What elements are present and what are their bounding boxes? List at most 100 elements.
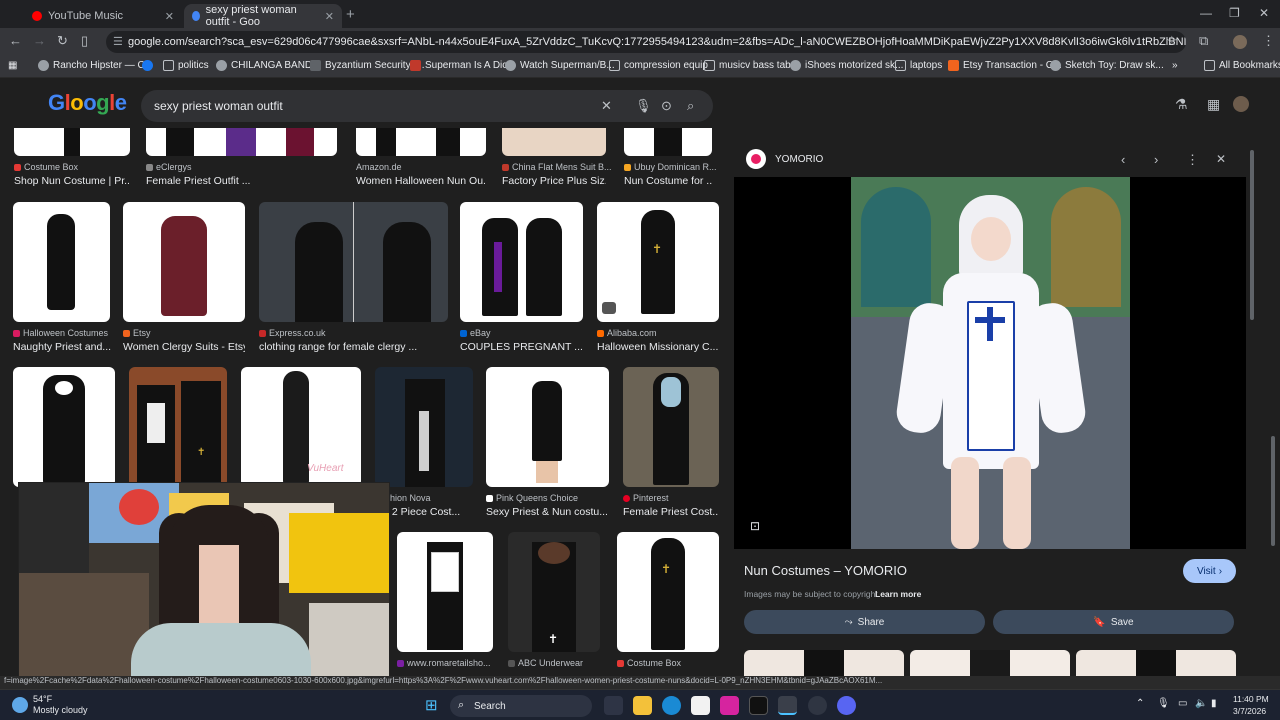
preview-image-frame[interactable]: ⊡: [734, 177, 1246, 549]
close-panel-icon[interactable]: ✕: [1216, 152, 1226, 166]
weather-condition[interactable]: Mostly cloudy: [33, 705, 88, 715]
all-bookmarks[interactable]: All Bookmarks: [1204, 60, 1280, 71]
search-box[interactable]: sexy priest woman outfit ✕ 🎙 ⊙ ⌕: [141, 90, 713, 122]
shield-icon: [310, 60, 321, 71]
restore-icon[interactable]: ❐: [1229, 6, 1240, 20]
more-options-icon[interactable]: ⋮: [1186, 152, 1199, 168]
close-tab-icon[interactable]: ✕: [325, 10, 334, 23]
close-window-icon[interactable]: ✕: [1259, 6, 1269, 20]
obs-icon[interactable]: [808, 696, 827, 715]
bookmark-item[interactable]: Etsy Transaction - G...: [948, 60, 1062, 71]
site-name[interactable]: YOMORIO: [775, 154, 823, 165]
windows-taskbar: 54°F Mostly cloudy ⊞ ⌕ Search ⌃ 🎙 ▭ 🔈 ▮ 1…: [0, 689, 1280, 720]
labs-icon[interactable]: ⚗: [1175, 96, 1188, 113]
video-icon: [410, 60, 421, 71]
instagram-icon[interactable]: [720, 696, 739, 715]
bookmark-item[interactable]: iShoes motorized sk...: [790, 60, 903, 71]
folder-icon: [163, 60, 174, 71]
copyright-notice: Images may be subject to copyright.: [744, 589, 881, 599]
clock-time[interactable]: 11:40 PM: [1233, 694, 1269, 704]
back-icon[interactable]: ←: [9, 33, 22, 48]
previous-icon[interactable]: ‹: [1121, 152, 1125, 167]
lens-search-icon[interactable]: ⊡: [750, 519, 760, 533]
network-icon[interactable]: ▭: [1178, 698, 1187, 709]
search-input[interactable]: sexy priest woman outfit: [154, 99, 283, 113]
panel-scrollbar[interactable]: [1250, 150, 1254, 320]
link-status-bar: f=image%2Fcache%2Fdata%2Fhalloween-costu…: [0, 676, 1280, 689]
browser-tab-bar: YouTube Music ✕ sexy priest woman outfit…: [0, 0, 1280, 28]
webcam-overlay: [18, 482, 390, 688]
bookmark-item[interactable]: musicv bass tabs: [704, 60, 796, 71]
browser-toolbar: ← → ↻ ▯ ☰ google.com/search?sca_esv=629d…: [0, 28, 1280, 56]
bookmark-item[interactable]: Rancho Hipster — C...: [38, 60, 153, 71]
more-bookmarks-icon[interactable]: »: [1172, 60, 1178, 71]
watermark: VuHeart: [307, 463, 344, 474]
search-icon: ⌕: [458, 699, 465, 711]
minimize-icon[interactable]: —: [1200, 6, 1212, 20]
x-icon[interactable]: [749, 696, 768, 715]
close-tab-icon[interactable]: ✕: [165, 10, 174, 23]
tab-youtube-music[interactable]: YouTube Music ✕: [24, 4, 182, 28]
temperature[interactable]: 54°F: [33, 694, 52, 704]
file-explorer-icon[interactable]: [633, 696, 652, 715]
discord-icon[interactable]: [837, 696, 856, 715]
globe-icon: [216, 60, 227, 71]
task-view-icon[interactable]: [604, 696, 623, 715]
address-bar[interactable]: ☰ google.com/search?sca_esv=629d06c47799…: [106, 31, 1186, 53]
bookmarks-bar: ▦ Rancho Hipster — C... politics CHILANG…: [0, 56, 1280, 78]
share-button[interactable]: ⤳ Share: [744, 610, 985, 634]
video-icon: [602, 302, 616, 314]
bookmark-item[interactable]: Superman Is A Dick: [410, 60, 512, 71]
volume-icon[interactable]: 🔈: [1195, 698, 1207, 709]
chrome-icon[interactable]: [778, 696, 797, 715]
facebook-icon[interactable]: [142, 60, 153, 71]
save-button[interactable]: 🔖 Save: [993, 610, 1234, 634]
chevron-right-icon: ›: [1218, 565, 1223, 577]
bookmark-item[interactable]: laptops: [895, 60, 942, 71]
result-title[interactable]: Nun Costumes – YOMORIO: [744, 563, 907, 578]
battery-icon[interactable]: ▮: [1211, 698, 1217, 709]
bookmark-item[interactable]: compression equip: [609, 60, 708, 71]
bookmark-star-icon[interactable]: ☆: [1166, 33, 1178, 49]
weather-icon[interactable]: [12, 697, 28, 713]
apps-grid-icon[interactable]: ▦: [1207, 96, 1220, 113]
etsy-icon: [948, 60, 959, 71]
url-text: google.com/search?sca_esv=629d06c477996c…: [128, 36, 1186, 48]
microphone-icon[interactable]: 🎙: [635, 98, 652, 114]
page-scrollbar[interactable]: [1271, 436, 1275, 546]
search-icon[interactable]: ⌕: [687, 98, 694, 114]
reload-icon[interactable]: ↻: [57, 33, 68, 49]
microphone-icon[interactable]: 🎙: [1157, 698, 1170, 709]
site-info-icon[interactable]: ☰: [113, 35, 123, 48]
globe-icon: [505, 60, 516, 71]
site-favicon: [746, 149, 766, 169]
bookmark-item[interactable]: politics: [163, 60, 209, 71]
account-avatar[interactable]: [1233, 96, 1249, 112]
bookmark-item[interactable]: CHILANGA BANDA: [216, 60, 319, 71]
tab-google-search[interactable]: sexy priest woman outfit - Goo ✕: [184, 4, 342, 28]
extensions-icon[interactable]: ⧉: [1199, 33, 1208, 49]
start-icon[interactable]: ⊞: [425, 696, 438, 714]
bookmark-item[interactable]: Sketch Toy: Draw sk...: [1050, 60, 1164, 71]
forward-icon[interactable]: →: [33, 33, 46, 48]
globe-icon: [790, 60, 801, 71]
split-view-icon[interactable]: ▯: [81, 33, 88, 49]
next-icon[interactable]: ›: [1154, 152, 1158, 167]
tray-overflow-icon[interactable]: ⌃: [1136, 698, 1144, 709]
google-icon: [192, 11, 200, 21]
bookmark-item[interactable]: Byzantium Security I...: [310, 60, 424, 71]
profile-avatar[interactable]: [1233, 35, 1247, 49]
clock-date[interactable]: 3/7/2026: [1233, 706, 1266, 716]
edge-icon[interactable]: [662, 696, 681, 715]
new-tab-icon[interactable]: +: [346, 6, 355, 23]
lens-icon[interactable]: ⊙: [661, 98, 672, 114]
amazon-icon[interactable]: [691, 696, 710, 715]
clear-icon[interactable]: ✕: [601, 98, 612, 114]
bookmark-item[interactable]: Watch Superman/B...: [505, 60, 615, 71]
learn-more-link[interactable]: Learn more: [875, 589, 921, 599]
menu-icon[interactable]: ⋮: [1262, 33, 1275, 49]
visit-button[interactable]: Visit ›: [1183, 559, 1236, 583]
taskbar-search[interactable]: ⌕ Search: [450, 695, 592, 717]
google-logo[interactable]: Gloogle: [48, 90, 127, 116]
apps-icon[interactable]: ▦: [8, 60, 17, 71]
